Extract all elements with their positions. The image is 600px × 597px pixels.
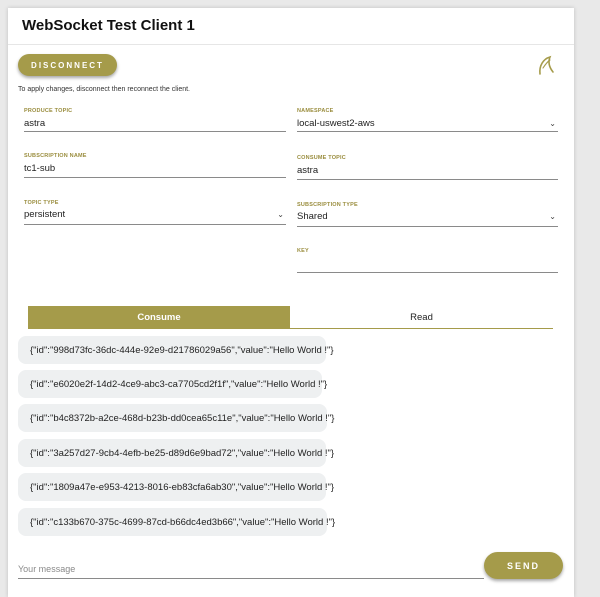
message-bubble: {"id":"3a257d27-9cb4-4efb-be25-d89d6e9ba… — [18, 439, 334, 467]
namespace-value: local-uswest2-aws — [297, 118, 375, 129]
field-underline — [297, 226, 558, 227]
namespace-label: NAMESPACE — [297, 108, 334, 114]
field-underline — [297, 179, 558, 180]
tab-read[interactable]: Read — [290, 306, 553, 329]
key-field[interactable]: KEY — [297, 248, 558, 273]
message-bubble: {"id":"1809a47e-e953-4213-8016-eb83cfa6a… — [18, 473, 334, 501]
message-bubble: {"id":"998d73fc-36dc-444e-92e9-d21786029… — [18, 336, 334, 364]
consume-topic-value: astra — [297, 165, 319, 176]
chevron-down-icon: ⌄ — [549, 212, 556, 221]
subscription-name-label: SUBSCRIPTION NAME — [24, 153, 87, 159]
disconnect-button[interactable]: DISCONNECT — [18, 54, 117, 76]
message-bubble: {"id":"c133b670-375c-4699-87cd-b66dc4ed3… — [18, 508, 335, 536]
namespace-select[interactable]: NAMESPACE local-uswest2-aws ⌄ — [297, 108, 558, 132]
produce-topic-label: PRODUCE TOPIC — [24, 108, 73, 114]
topic-type-select[interactable]: TOPIC TYPE persistent ⌄ — [24, 200, 286, 225]
field-underline — [24, 177, 286, 178]
chevron-down-icon: ⌄ — [549, 119, 556, 128]
tab-consume[interactable]: Consume — [28, 306, 290, 329]
message-bubble: {"id":"e6020e2f-14d2-4ce9-abc3-ca7705cd2… — [18, 370, 327, 398]
feather-logo-icon — [539, 55, 554, 75]
field-underline — [24, 224, 286, 225]
message-bubble: {"id":"b4c8372b-a2ce-468d-b23b-dd0cea65c… — [18, 404, 334, 432]
field-underline — [297, 272, 558, 273]
reconnect-hint: To apply changes, disconnect then reconn… — [18, 86, 190, 93]
subscription-name-field[interactable]: SUBSCRIPTION NAME tc1-sub — [24, 153, 286, 178]
subscription-type-value: Shared — [297, 211, 328, 222]
topic-type-value: persistent — [24, 209, 66, 220]
field-underline — [297, 131, 558, 132]
topic-type-label: TOPIC TYPE — [24, 200, 59, 206]
subscription-name-value: tc1-sub — [24, 163, 56, 174]
produce-topic-value: astra — [24, 118, 46, 129]
title-bar: WebSocket Test Client 1 — [8, 8, 574, 45]
message-input[interactable] — [18, 560, 484, 579]
mode-tabs: Consume Read — [28, 306, 553, 330]
produce-topic-field[interactable]: PRODUCE TOPIC astra — [24, 108, 286, 132]
consume-topic-field[interactable]: CONSUME TOPIC astra — [297, 155, 558, 180]
page-title: WebSocket Test Client 1 — [22, 17, 195, 34]
subscription-type-label: SUBSCRIPTION TYPE — [297, 202, 358, 208]
consume-topic-label: CONSUME TOPIC — [297, 155, 346, 161]
send-button[interactable]: SEND — [484, 552, 563, 579]
chevron-down-icon: ⌄ — [277, 210, 284, 219]
tabs-underline — [28, 328, 553, 329]
client-card: WebSocket Test Client 1 DISCONNECT To ap… — [8, 8, 574, 597]
field-underline — [24, 131, 286, 132]
key-label: KEY — [297, 248, 309, 254]
subscription-type-select[interactable]: SUBSCRIPTION TYPE Shared ⌄ — [297, 202, 558, 227]
